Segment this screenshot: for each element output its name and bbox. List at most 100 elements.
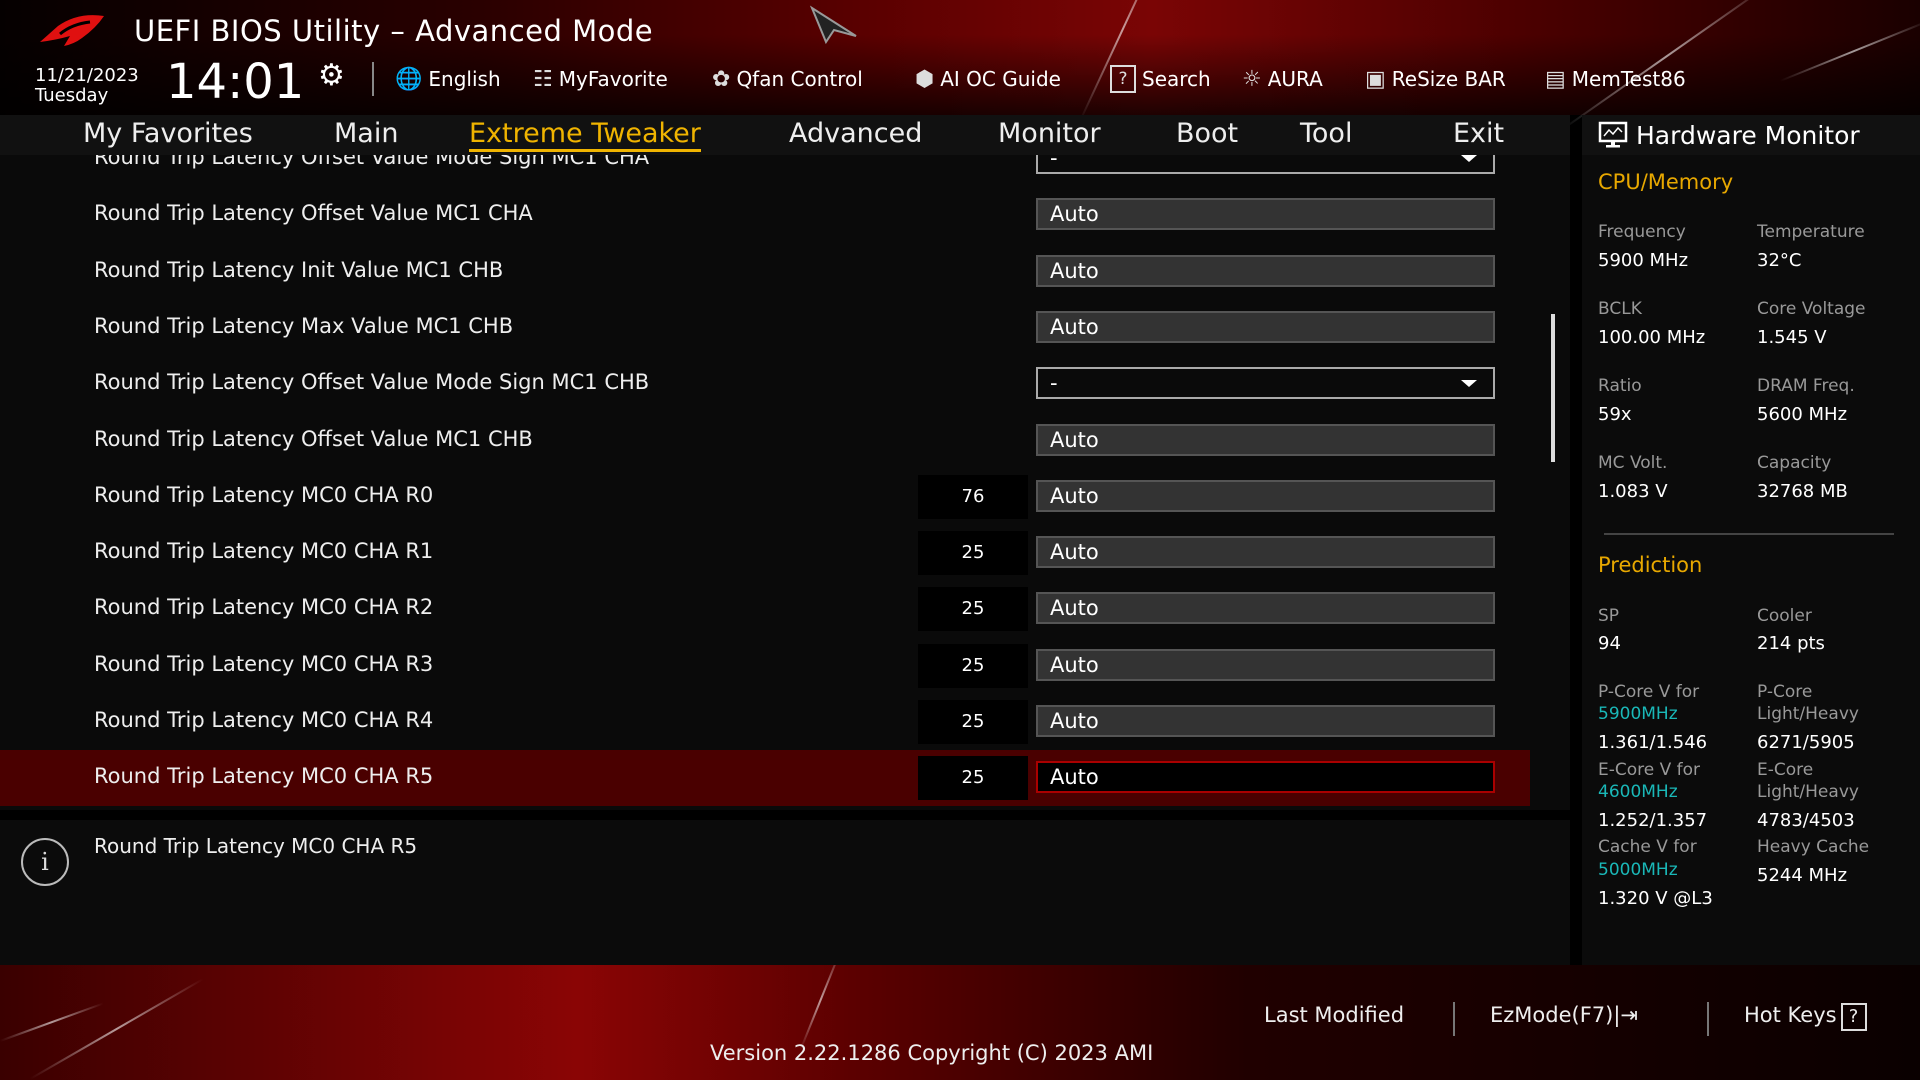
setting-row[interactable]: Round Trip Latency Offset Value Mode Sig… [0, 155, 1530, 187]
hot-keys-button[interactable]: Hot Keys? [1744, 1003, 1867, 1031]
toolbar-label: ReSize BAR [1391, 67, 1506, 91]
setting-row[interactable]: Round Trip Latency MC0 CHA R0 76 Auto [0, 469, 1530, 525]
date-display: 11/21/2023 Tuesday [35, 66, 139, 106]
tab-main[interactable]: Main [334, 118, 398, 149]
setting-input[interactable]: Auto [1036, 254, 1495, 287]
toolbar-label: MyFavorite [558, 67, 668, 91]
hw-label: Capacity [1757, 453, 1832, 473]
info-icon: i [21, 838, 69, 886]
monitor-icon [1598, 121, 1628, 148]
scrollbar[interactable] [1551, 314, 1555, 462]
hw-label: DRAM Freq. [1757, 376, 1855, 396]
tab-my-favorites[interactable]: My Favorites [83, 118, 253, 149]
globe-icon: 🌐 [395, 66, 423, 92]
setting-label: Round Trip Latency Offset Value Mode Sig… [94, 155, 650, 169]
current-value: 25 [918, 531, 1028, 576]
toolbar-english[interactable]: 🌐 English [395, 64, 501, 94]
setting-label: Round Trip Latency Offset Value Mode Sig… [94, 370, 650, 395]
hardware-monitor-panel: CPU/Memory Frequency 5900 MHz Temperatur… [1582, 155, 1920, 965]
tab-extreme-tweaker[interactable]: Extreme Tweaker [469, 118, 701, 152]
help-text: Round Trip Latency MC0 CHA R5 [94, 834, 418, 858]
hw-freq: 5900MHz [1598, 704, 1678, 724]
setting-row[interactable]: Round Trip Latency MC0 CHA R1 25 Auto [0, 525, 1530, 581]
ai-oc-icon: ⬢ [915, 66, 935, 92]
setting-row[interactable]: Round Trip Latency MC0 CHA R3 25 Auto [0, 638, 1530, 694]
search-help-icon: ? [1110, 65, 1136, 93]
hw-label: Ratio [1598, 376, 1642, 396]
divider [1707, 1002, 1709, 1036]
hw-label: Light/Heavy [1757, 704, 1859, 724]
current-value: 25 [918, 643, 1028, 688]
clock: 14:01 [166, 54, 305, 110]
setting-input[interactable]: Auto [1036, 479, 1495, 512]
hw-label: Cooler [1757, 606, 1812, 626]
setting-row[interactable]: Round Trip Latency MC0 CHA R5 25 Auto [0, 750, 1530, 807]
toolbar-resize-bar[interactable]: ▣ ReSize BAR [1365, 64, 1506, 94]
setting-row[interactable]: Round Trip Latency Init Value MC1 CHB Aut… [0, 244, 1530, 300]
toolbar-label: Search [1142, 67, 1211, 91]
setting-input[interactable]: Auto [1036, 761, 1495, 794]
fan-icon: ✿ [712, 66, 731, 92]
hw-value: 1.320 V @L3 [1598, 888, 1713, 909]
toolbar-label: Qfan Control [736, 67, 863, 91]
question-icon: ? [1840, 1003, 1867, 1031]
ezmode-label: EzMode(F7)| [1490, 1003, 1621, 1027]
hw-label: Cache V for [1598, 837, 1697, 857]
setting-row[interactable]: Round Trip Latency MC0 CHA R2 25 Auto [0, 581, 1530, 637]
date: 11/21/2023 [35, 65, 139, 86]
tab-boot[interactable]: Boot [1176, 118, 1238, 149]
hw-label: Frequency [1598, 222, 1686, 242]
tab-advanced[interactable]: Advanced [789, 118, 922, 149]
weekday: Tuesday [35, 85, 109, 106]
last-modified-button[interactable]: Last Modified [1264, 1003, 1404, 1027]
divider [1453, 1002, 1455, 1036]
toolbar-memtest86[interactable]: ▤ MemTest86 [1545, 64, 1686, 94]
setting-row[interactable]: Round Trip Latency Max Value MC1 CHB Auto [0, 300, 1530, 356]
hw-value: 32768 MB [1757, 481, 1848, 502]
setting-input[interactable]: Auto [1036, 648, 1495, 681]
setting-input[interactable]: Auto [1036, 198, 1495, 231]
toolbar-ai-oc-guide[interactable]: ⬢ AI OC Guide [915, 64, 1061, 94]
hw-freq: 4600MHz [1598, 782, 1678, 802]
setting-input[interactable]: Auto [1036, 592, 1495, 625]
hw-value: 214 pts [1757, 633, 1825, 654]
memory-icon: ▤ [1545, 66, 1566, 92]
ezmode-button[interactable]: EzMode(F7)|⇥ [1490, 1003, 1638, 1027]
setting-row[interactable]: Round Trip Latency Offset Value MC1 CHA A… [0, 187, 1530, 243]
setting-row[interactable]: Round Trip Latency MC0 CHA R4 25 Auto [0, 694, 1530, 750]
tab-tool[interactable]: Tool [1300, 118, 1352, 149]
setting-input[interactable]: Auto [1036, 536, 1495, 569]
gear-icon[interactable]: ⚙ [318, 58, 345, 93]
hw-value: 100.00 MHz [1598, 327, 1706, 348]
cpu-memory-heading: CPU/Memory [1598, 170, 1734, 194]
version-text: Version 2.22.1286 Copyright (C) 2023 AMI [710, 1041, 1154, 1065]
setting-label: Round Trip Latency Offset Value MC1 CHB [94, 426, 533, 451]
setting-input[interactable]: Auto [1036, 310, 1495, 343]
tab-monitor[interactable]: Monitor [998, 118, 1101, 149]
hw-label: Temperature [1757, 222, 1865, 242]
setting-dropdown[interactable]: - [1036, 155, 1495, 174]
hw-label: E-Core [1757, 760, 1814, 780]
mouse-cursor-icon [809, 5, 857, 44]
aura-light-icon: ☼ [1242, 66, 1262, 92]
setting-input[interactable]: Auto [1036, 423, 1495, 456]
setting-row[interactable]: Round Trip Latency Offset Value MC1 CHB A… [0, 413, 1530, 469]
current-value: 25 [918, 700, 1028, 744]
tab-exit[interactable]: Exit [1453, 118, 1504, 149]
hw-value: 5244 MHz [1757, 865, 1848, 886]
main-nav: My Favorites Main Extreme Tweaker Advanc… [0, 115, 1570, 155]
hw-value: 1.083 V [1598, 481, 1668, 502]
toolbar-aura[interactable]: ☼ AURA [1242, 64, 1323, 94]
hw-label: Light/Heavy [1757, 782, 1859, 802]
hw-value: 5900 MHz [1598, 250, 1689, 271]
hw-value: 59x [1598, 404, 1632, 425]
toolbar-myfavorite[interactable]: ☷ MyFavorite [533, 64, 668, 94]
toolbar-search[interactable]: ? Search [1106, 64, 1211, 94]
hw-label: P-Core [1757, 682, 1813, 702]
setting-dropdown[interactable]: - [1036, 367, 1495, 400]
setting-input[interactable]: Auto [1036, 705, 1495, 737]
setting-row[interactable]: Round Trip Latency Offset Value Mode Sig… [0, 356, 1530, 412]
hw-label: SP [1598, 606, 1620, 626]
setting-label: Round Trip Latency MC0 CHA R0 [94, 482, 434, 507]
toolbar-qfan-control[interactable]: ✿ Qfan Control [712, 64, 863, 94]
